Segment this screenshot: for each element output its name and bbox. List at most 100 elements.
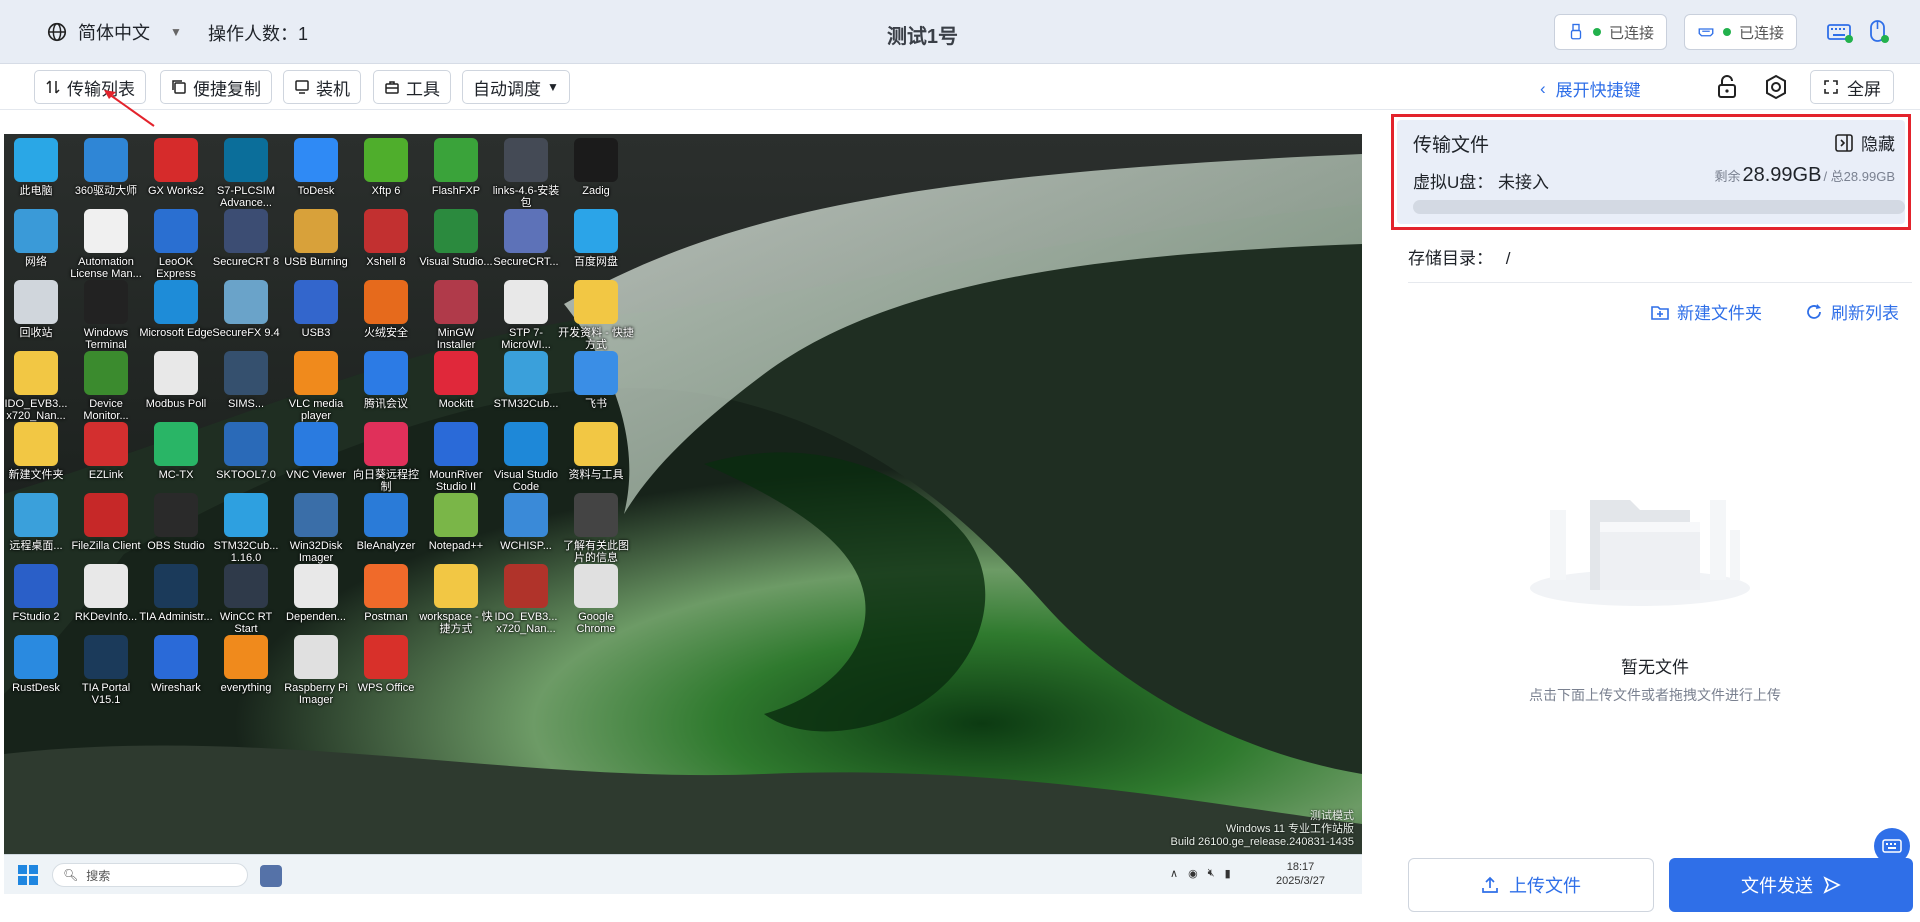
desktop-icon[interactable]: MinGW Installer — [418, 280, 494, 360]
desktop-icon-label: STP 7-MicroWI... — [501, 327, 551, 351]
desktop-icon[interactable]: SecureCRT... — [488, 209, 564, 289]
display-status-text: 已连接 — [1739, 24, 1785, 42]
desktop-icon[interactable]: IDO_EVB3... x720_Nan... — [488, 564, 564, 644]
expand-shortcuts-link[interactable]: ‹ 展开快捷键 — [1540, 76, 1641, 101]
desktop-icon[interactable]: IDO_EVB3... x720_Nan... — [4, 351, 74, 431]
desktop-icon[interactable]: 飞书 — [558, 351, 634, 431]
desktop-icon[interactable]: Mockitt — [418, 351, 494, 431]
desktop-icon[interactable]: USB3 — [278, 280, 354, 360]
desktop-icon[interactable]: RustDesk — [4, 635, 74, 715]
desktop-icon[interactable]: 新建文件夹 — [4, 422, 74, 502]
remote-desktop-view[interactable]: 此电脑 360驱动大师 GX Works2 S7-PLCSIM Advance... T… — [4, 134, 1362, 894]
taskbar-search[interactable]: 🔍︎ 搜索 — [52, 863, 248, 887]
desktop-icon[interactable]: RKDevInfo... — [68, 564, 144, 644]
desktop-icon[interactable]: STM32Cub... 1.16.0 — [208, 493, 284, 573]
display-connection-status[interactable]: 已连接 — [1684, 14, 1798, 50]
desktop-icon[interactable]: MounRiver Studio II — [418, 422, 494, 502]
desktop-icon[interactable]: Notepad++ — [418, 493, 494, 573]
desktop-icon[interactable]: GX Works2 — [138, 138, 214, 218]
desktop-icon[interactable]: TIA Administr... — [138, 564, 214, 644]
desktop-icon[interactable]: Visual Studio Code — [488, 422, 564, 502]
desktop-icon[interactable]: Windows Terminal — [68, 280, 144, 360]
desktop-icon[interactable]: WCHISP... — [488, 493, 564, 573]
desktop-icon[interactable]: 开发资料 - 快捷方式 — [558, 280, 634, 360]
desktop-icon[interactable]: OBS Studio — [138, 493, 214, 573]
desktop-icon[interactable]: Wireshark — [138, 635, 214, 715]
tools-button[interactable]: 工具 — [373, 70, 451, 104]
desktop-icon[interactable]: 火绒安全 — [348, 280, 424, 360]
send-file-button[interactable]: 文件发送 — [1669, 858, 1913, 912]
desktop-icon[interactable]: Postman — [348, 564, 424, 644]
desktop-icon[interactable]: Automation License Man... — [68, 209, 144, 289]
new-folder-button[interactable]: 新建文件夹 — [1651, 299, 1762, 324]
desktop-icon[interactable]: Modbus Poll — [138, 351, 214, 431]
desktop-icon[interactable]: MC-TX — [138, 422, 214, 502]
desktop-icon[interactable]: 网络 — [4, 209, 74, 289]
desktop-icon[interactable]: STP 7-MicroWI... — [488, 280, 564, 360]
desktop-icon[interactable]: USB Burning — [278, 209, 354, 289]
desktop-icon[interactable]: Google Chrome — [558, 564, 634, 644]
desktop-icon[interactable]: WPS Office — [348, 635, 424, 715]
desktop-icon[interactable]: 资料与工具 — [558, 422, 634, 502]
usb-connection-status[interactable]: 已连接 — [1554, 14, 1668, 50]
desktop-icon[interactable]: VNC Viewer — [278, 422, 354, 502]
chevron-up-icon[interactable]: ∧ — [1170, 867, 1178, 880]
desktop-icon[interactable]: TIA Portal V15.1 — [68, 635, 144, 715]
desktop-icon[interactable]: 回收站 — [4, 280, 74, 360]
desktop-icon[interactable]: BleAnalyzer — [348, 493, 424, 573]
quick-copy-button[interactable]: 便捷复制 — [160, 70, 272, 104]
desktop-icon[interactable]: WinCC RT Start — [208, 564, 284, 644]
taskbar-clock[interactable]: 18:17 2025/3/27 — [1276, 860, 1325, 888]
desktop-icon[interactable]: 腾讯会议 — [348, 351, 424, 431]
desktop-icon[interactable]: SKTOOL7.0 — [208, 422, 284, 502]
desktop-icon[interactable]: EZLink — [68, 422, 144, 502]
desktop-icon[interactable]: links-4.6-安装包 — [488, 138, 564, 218]
desktop-icon[interactable]: Xftp 6 — [348, 138, 424, 218]
desktop-icon[interactable]: S7-PLCSIM Advance... — [208, 138, 284, 218]
desktop-icon[interactable]: LeoOK Express — [138, 209, 214, 289]
keyboard-icon[interactable] — [1826, 18, 1854, 46]
settings-icon[interactable] — [1763, 74, 1789, 100]
desktop-icon[interactable]: STM32Cub... — [488, 351, 564, 431]
desktop-icon[interactable]: FStudio 2 — [4, 564, 74, 644]
taskbar-app-icon[interactable] — [260, 865, 282, 887]
desktop-icon[interactable]: 远程桌面... — [4, 493, 74, 573]
volume-icon[interactable]: 🔇︎ — [1208, 867, 1215, 880]
desktop-icon[interactable]: SecureFX 9.4 — [208, 280, 284, 360]
refresh-list-button[interactable]: 刷新列表 — [1805, 299, 1899, 324]
fullscreen-button[interactable]: 全屏 — [1810, 70, 1894, 104]
desktop-icon[interactable]: 向日葵远程控制 — [348, 422, 424, 502]
empty-folder-illustration — [1530, 500, 1750, 606]
upload-file-button[interactable]: 上传文件 — [1408, 858, 1654, 912]
desktop-icon[interactable]: Zadig — [558, 138, 634, 218]
desktop-icon[interactable]: SIMS... — [208, 351, 284, 431]
desktop-icon[interactable]: Microsoft Edge — [138, 280, 214, 360]
app-icon — [154, 138, 198, 182]
desktop-icon[interactable]: ToDesk — [278, 138, 354, 218]
desktop-icon[interactable]: Win32Disk Imager — [278, 493, 354, 573]
desktop-icon[interactable]: 了解有关此图片的信息 — [558, 493, 634, 573]
desktop-icon[interactable]: Device Monitor... — [68, 351, 144, 431]
desktop-icon[interactable]: 此电脑 — [4, 138, 74, 218]
desktop-icon[interactable]: Xshell 8 — [348, 209, 424, 289]
desktop-icon[interactable]: VLC media player — [278, 351, 354, 431]
desktop-icon[interactable]: 百度网盘 — [558, 209, 634, 289]
network-icon[interactable]: ◉ — [1188, 867, 1198, 880]
desktop-icon[interactable]: workspace - 快捷方式 — [418, 564, 494, 644]
desktop-icon[interactable]: 360驱动大师 — [68, 138, 144, 218]
desktop-icon[interactable]: Visual Studio... — [418, 209, 494, 289]
windows-start-icon[interactable] — [18, 865, 38, 885]
auto-mode-label: 自动调度 — [473, 79, 541, 99]
desktop-icon[interactable]: FlashFXP — [418, 138, 494, 218]
install-button[interactable]: 装机 — [283, 70, 361, 104]
desktop-icon[interactable]: Raspberry Pi Imager — [278, 635, 354, 715]
lock-icon[interactable] — [1714, 74, 1740, 100]
desktop-icon[interactable]: FileZilla Client — [68, 493, 144, 573]
desktop-icon[interactable]: Dependen... — [278, 564, 354, 644]
desktop-icon[interactable]: SecureCRT 8 — [208, 209, 284, 289]
desktop-icon[interactable]: everything — [208, 635, 284, 715]
battery-icon[interactable]: ▮ — [1225, 867, 1231, 880]
auto-mode-dropdown[interactable]: 自动调度 ▼ — [462, 70, 570, 104]
mouse-icon[interactable] — [1864, 18, 1892, 46]
refresh-label: 刷新列表 — [1831, 304, 1899, 323]
